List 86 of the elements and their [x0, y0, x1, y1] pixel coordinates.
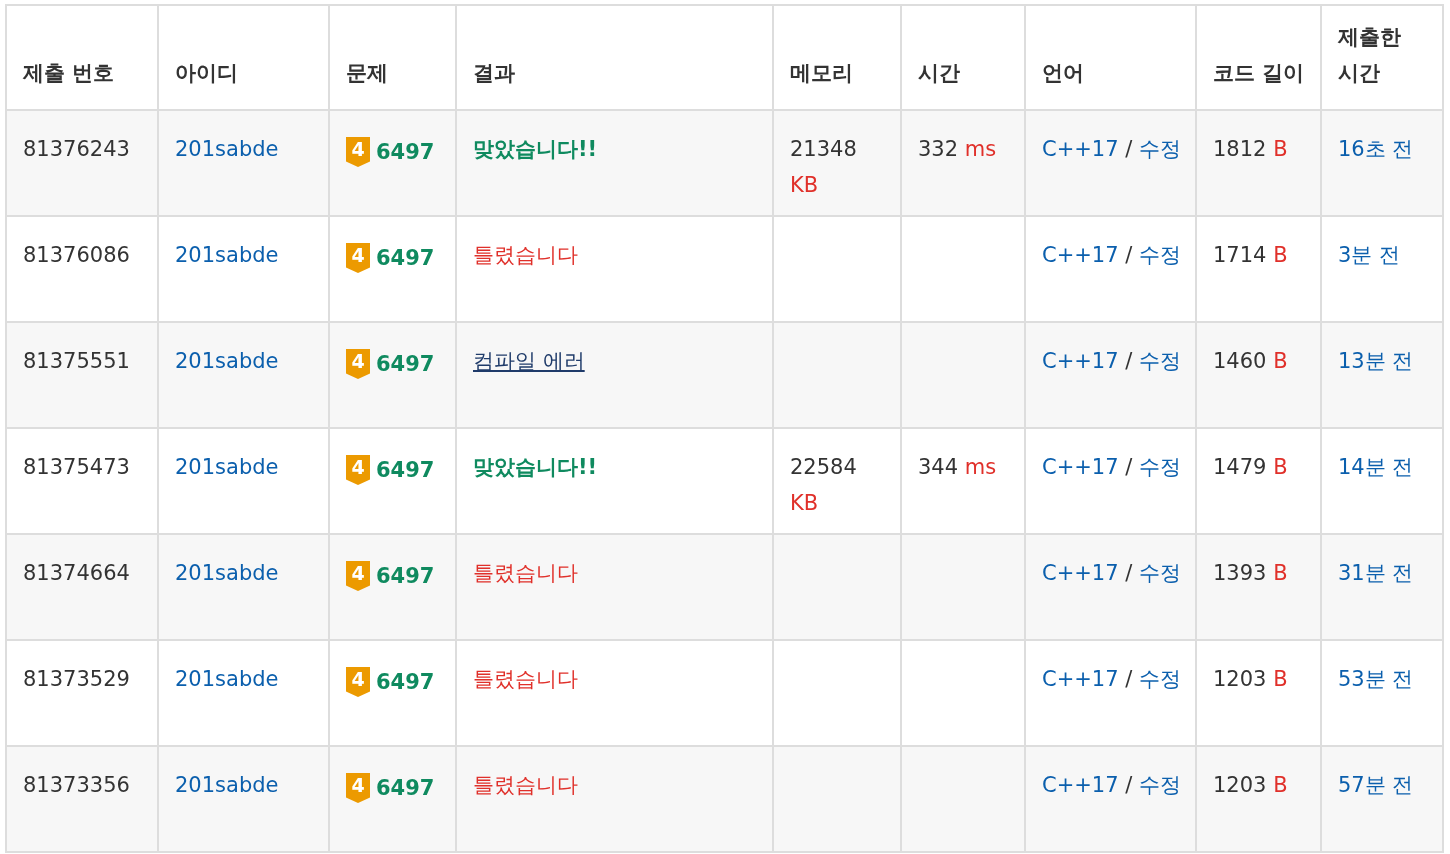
tier-badge: 4: [346, 137, 370, 167]
code-length-unit: B: [1273, 667, 1288, 691]
code-length-unit: B: [1273, 137, 1288, 161]
problem-number: 6497: [376, 669, 435, 696]
separator-text: /: [1125, 137, 1133, 161]
submission-id: 81373356: [23, 773, 130, 797]
tier-badge: 4: [346, 667, 370, 697]
memory-value: 21348: [790, 137, 857, 161]
memory-unit: KB: [790, 173, 819, 197]
language-link[interactable]: C++17: [1042, 349, 1119, 373]
user-link[interactable]: 201sabde: [175, 243, 279, 267]
problem-number: 6497: [376, 245, 435, 272]
code-length-value: 1714: [1213, 243, 1267, 267]
edit-link[interactable]: 수정: [1139, 343, 1182, 379]
submitted-time-link[interactable]: 14분 전: [1338, 455, 1414, 479]
user-link[interactable]: 201sabde: [175, 349, 279, 373]
language-link[interactable]: C++17: [1042, 561, 1119, 585]
separator-text: /: [1125, 349, 1133, 373]
tier-badge: 4: [346, 349, 370, 379]
time-unit: ms: [964, 455, 997, 479]
code-length-unit: B: [1273, 455, 1288, 479]
edit-link[interactable]: 수정: [1139, 661, 1182, 697]
code-length-value: 1203: [1213, 667, 1267, 691]
submission-id: 81374664: [23, 561, 130, 585]
user-link[interactable]: 201sabde: [175, 667, 279, 691]
code-length-value: 1812: [1213, 137, 1267, 161]
tier-badge: 4: [346, 243, 370, 273]
submitted-time-link[interactable]: 53분 전: [1338, 667, 1414, 691]
submitted-time-link[interactable]: 13분 전: [1338, 349, 1414, 373]
user-link[interactable]: 201sabde: [175, 455, 279, 479]
code-length-unit: B: [1273, 349, 1288, 373]
submitted-time-link[interactable]: 3분 전: [1338, 243, 1401, 267]
column-header: 제출 번호: [6, 5, 158, 110]
submitted-time-link[interactable]: 31분 전: [1338, 561, 1414, 585]
time-value: 344: [918, 455, 959, 479]
language-link[interactable]: C++17: [1042, 667, 1119, 691]
edit-link[interactable]: 수정: [1139, 237, 1182, 273]
problem-number: 6497: [376, 775, 435, 802]
language-link[interactable]: C++17: [1042, 243, 1119, 267]
edit-link[interactable]: 수정: [1139, 767, 1182, 803]
result-text: 맞았습니다!!: [473, 455, 598, 479]
result-text: 틀렸습니다: [473, 243, 578, 267]
result-text: 맞았습니다!!: [473, 137, 598, 161]
time-value: 332: [918, 137, 959, 161]
submission-id: 81376243: [23, 137, 130, 161]
result-text: 틀렸습니다: [473, 773, 578, 797]
time-unit: ms: [964, 137, 997, 161]
problem-number: 6497: [376, 457, 435, 484]
separator-text: /: [1125, 667, 1133, 691]
separator-text: /: [1125, 561, 1133, 585]
result-text: 틀렸습니다: [473, 667, 578, 691]
code-length-unit: B: [1273, 243, 1288, 267]
tier-badge: 4: [346, 455, 370, 485]
result-text[interactable]: 컴파일 에러: [473, 349, 585, 373]
submission-id: 81373529: [23, 667, 130, 691]
submission-id: 81375473: [23, 455, 130, 479]
tier-badge: 4: [346, 561, 370, 591]
result-text: 틀렸습니다: [473, 561, 578, 585]
code-length-value: 1203: [1213, 773, 1267, 797]
language-link[interactable]: C++17: [1042, 773, 1119, 797]
problem-number: 6497: [376, 351, 435, 378]
language-link[interactable]: C++17: [1042, 455, 1119, 479]
code-length-value: 1460: [1213, 349, 1267, 373]
separator-text: /: [1125, 243, 1133, 267]
code-length-unit: B: [1273, 561, 1288, 585]
memory-value: 22584: [790, 455, 857, 479]
edit-link[interactable]: 수정: [1139, 555, 1182, 591]
language-link[interactable]: C++17: [1042, 137, 1119, 161]
problem-number: 6497: [376, 139, 435, 166]
memory-unit: KB: [790, 491, 819, 515]
edit-link[interactable]: 수정: [1139, 449, 1182, 485]
code-length-unit: B: [1273, 773, 1288, 797]
user-link[interactable]: 201sabde: [175, 773, 279, 797]
separator-text: /: [1125, 773, 1133, 797]
submission-id: 81376086: [23, 243, 130, 267]
problem-number: 6497: [376, 563, 435, 590]
code-length-value: 1393: [1213, 561, 1267, 585]
edit-link[interactable]: 수정: [1139, 131, 1182, 167]
user-link[interactable]: 201sabde: [175, 561, 279, 585]
submission-id: 81375551: [23, 349, 130, 373]
code-length-value: 1479: [1213, 455, 1267, 479]
submitted-time-link[interactable]: 16초 전: [1338, 137, 1414, 161]
tier-badge: 4: [346, 773, 370, 803]
submitted-time-link[interactable]: 57분 전: [1338, 773, 1414, 797]
separator-text: /: [1125, 455, 1133, 479]
user-link[interactable]: 201sabde: [175, 137, 279, 161]
